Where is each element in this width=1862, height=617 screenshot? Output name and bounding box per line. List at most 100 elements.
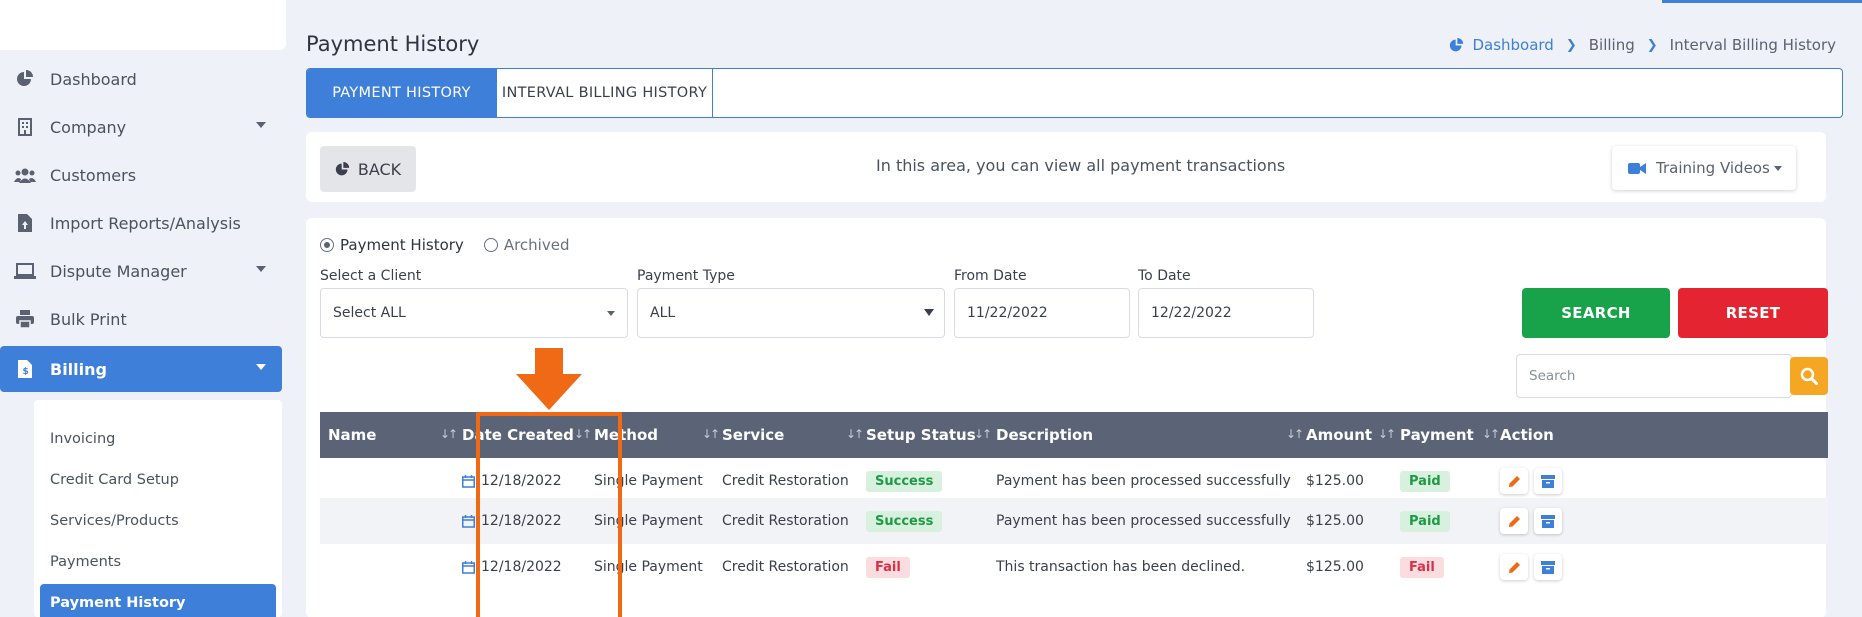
pencil-icon bbox=[1508, 515, 1521, 528]
table-search-input[interactable]: Search bbox=[1516, 354, 1792, 398]
submenu-item-payment-history[interactable]: Payment History bbox=[40, 584, 276, 617]
sort-icon[interactable]: ↓↑ bbox=[702, 427, 720, 441]
search-icon bbox=[1800, 367, 1818, 385]
edit-button[interactable] bbox=[1500, 468, 1528, 494]
chevron-down-icon bbox=[924, 309, 934, 316]
sidebar-item-import-reports[interactable]: Import Reports/Analysis bbox=[0, 200, 282, 246]
sort-icon[interactable]: ↓↑ bbox=[440, 427, 458, 441]
pencil-icon bbox=[1508, 561, 1521, 574]
amount-cell: $125.00 bbox=[1306, 513, 1364, 529]
from-date-input[interactable]: 11/22/2022 bbox=[954, 288, 1130, 338]
archive-button[interactable] bbox=[1534, 468, 1562, 494]
pie-chart-icon bbox=[1449, 37, 1464, 53]
sort-icon[interactable]: ↓↑ bbox=[1286, 427, 1304, 441]
service-cell: Credit Restoration bbox=[722, 559, 849, 575]
client-select[interactable]: Select ALL bbox=[320, 288, 628, 338]
from-date-value: 11/22/2022 bbox=[967, 305, 1048, 321]
breadcrumb: Dashboard ❯ Billing ❯ Interval Billing H… bbox=[1449, 36, 1836, 54]
back-button-label: BACK bbox=[357, 159, 402, 179]
col-header-service[interactable]: Service bbox=[722, 412, 784, 458]
archive-button[interactable] bbox=[1534, 508, 1562, 534]
service-cell: Credit Restoration bbox=[722, 513, 849, 529]
col-header-action: Action bbox=[1500, 426, 1554, 444]
submenu-item-services-products[interactable]: Services/Products bbox=[40, 502, 276, 540]
tab-interval-billing-history[interactable]: INTERVAL BILLING HISTORY bbox=[497, 69, 713, 117]
col-header-payment[interactable]: Payment bbox=[1400, 412, 1474, 458]
chevron-right-icon: ❯ bbox=[1646, 37, 1658, 53]
pie-chart-icon bbox=[14, 69, 36, 89]
building-icon bbox=[14, 117, 36, 137]
sidebar-item-customers[interactable]: Customers bbox=[0, 152, 282, 198]
calendar-icon bbox=[462, 474, 475, 488]
archive-icon bbox=[1541, 514, 1555, 528]
annotation-arrow-icon bbox=[516, 348, 582, 410]
search-button[interactable]: SEARCH bbox=[1522, 288, 1670, 338]
status-badge: Success bbox=[866, 470, 943, 492]
col-header-setup-status[interactable]: Setup Status bbox=[866, 412, 976, 458]
top-accent-bar bbox=[1662, 0, 1862, 3]
sort-icon[interactable]: ↓↑ bbox=[1378, 427, 1396, 441]
radio-label: Archived bbox=[503, 236, 570, 254]
status-badge: Success bbox=[866, 510, 943, 532]
billing-submenu: Invoicing Credit Card Setup Services/Pro… bbox=[34, 400, 282, 617]
sort-icon[interactable]: ↓↑ bbox=[974, 427, 992, 441]
breadcrumb-dashboard-link[interactable]: Dashboard bbox=[1472, 36, 1553, 54]
submenu-item-payments[interactable]: Payments bbox=[40, 543, 276, 581]
col-header-amount[interactable]: Amount bbox=[1306, 412, 1372, 458]
sidebar-item-dashboard[interactable]: Dashboard bbox=[0, 56, 282, 102]
sidebar-item-label: Customers bbox=[50, 165, 137, 185]
payment-badge: Fail bbox=[1400, 556, 1444, 578]
tab-payment-history[interactable]: PAYMENT HISTORY bbox=[307, 69, 497, 117]
pie-chart-icon bbox=[335, 161, 350, 177]
chevron-down-icon bbox=[607, 311, 615, 316]
payment-type-select[interactable]: ALL bbox=[637, 288, 945, 338]
chevron-right-icon: ❯ bbox=[1565, 37, 1577, 53]
view-radio-group: Payment History Archived bbox=[320, 236, 589, 254]
training-videos-dropdown[interactable]: Training Videos bbox=[1612, 146, 1796, 190]
file-upload-icon bbox=[14, 213, 36, 233]
training-videos-label: Training Videos bbox=[1656, 159, 1770, 177]
payment-type-value: ALL bbox=[650, 305, 676, 321]
payment-badge: Paid bbox=[1400, 470, 1450, 492]
calendar-icon bbox=[462, 514, 475, 528]
edit-button[interactable] bbox=[1500, 508, 1528, 534]
description-cell: Payment has been processed successfully bbox=[996, 513, 1291, 529]
video-camera-icon bbox=[1628, 162, 1646, 175]
breadcrumb-item-interval-billing-history: Interval Billing History bbox=[1669, 36, 1836, 54]
to-date-label: To Date bbox=[1138, 268, 1191, 284]
archive-button[interactable] bbox=[1534, 554, 1562, 580]
edit-button[interactable] bbox=[1500, 554, 1528, 580]
action-cell bbox=[1500, 544, 1568, 590]
chevron-down-icon bbox=[1774, 166, 1782, 171]
search-icon-button[interactable] bbox=[1790, 357, 1828, 395]
col-header-description[interactable]: Description bbox=[996, 412, 1093, 458]
info-text: In this area, you can view all payment t… bbox=[876, 156, 1286, 175]
sort-icon[interactable]: ↓↑ bbox=[846, 427, 864, 441]
col-header-name[interactable]: Name bbox=[328, 412, 376, 458]
sort-icon[interactable]: ↓↑ bbox=[1482, 427, 1500, 441]
setup-status-cell: Fail bbox=[866, 544, 910, 590]
search-placeholder: Search bbox=[1529, 368, 1576, 384]
reset-button[interactable]: RESET bbox=[1678, 288, 1828, 338]
logo-area bbox=[0, 0, 286, 50]
radio-archived[interactable]: Archived bbox=[483, 236, 570, 254]
to-date-input[interactable]: 12/22/2022 bbox=[1138, 288, 1314, 338]
client-select-value: Select ALL bbox=[333, 305, 406, 321]
submenu-item-invoicing[interactable]: Invoicing bbox=[40, 420, 276, 458]
printer-icon bbox=[14, 309, 36, 329]
client-label: Select a Client bbox=[320, 268, 422, 284]
calendar-icon bbox=[462, 560, 475, 574]
radio-payment-history[interactable]: Payment History bbox=[320, 236, 464, 254]
submenu-item-credit-card-setup[interactable]: Credit Card Setup bbox=[40, 461, 276, 499]
sidebar-item-company[interactable]: Company bbox=[0, 104, 282, 150]
tab-bar: PAYMENT HISTORY INTERVAL BILLING HISTORY bbox=[306, 68, 1843, 118]
action-cell bbox=[1500, 498, 1568, 544]
breadcrumb-item-billing[interactable]: Billing bbox=[1589, 36, 1635, 54]
sidebar: Dashboard Company Customers Import Repor… bbox=[0, 0, 286, 617]
sidebar-item-dispute-manager[interactable]: Dispute Manager bbox=[0, 248, 282, 294]
back-button[interactable]: BACK bbox=[320, 146, 416, 192]
payment-cell: Fail bbox=[1400, 544, 1444, 590]
sidebar-item-billing[interactable]: $ Billing bbox=[0, 346, 282, 392]
sidebar-item-bulk-print[interactable]: Bulk Print bbox=[0, 296, 282, 342]
radio-unchecked-icon bbox=[483, 238, 498, 252]
